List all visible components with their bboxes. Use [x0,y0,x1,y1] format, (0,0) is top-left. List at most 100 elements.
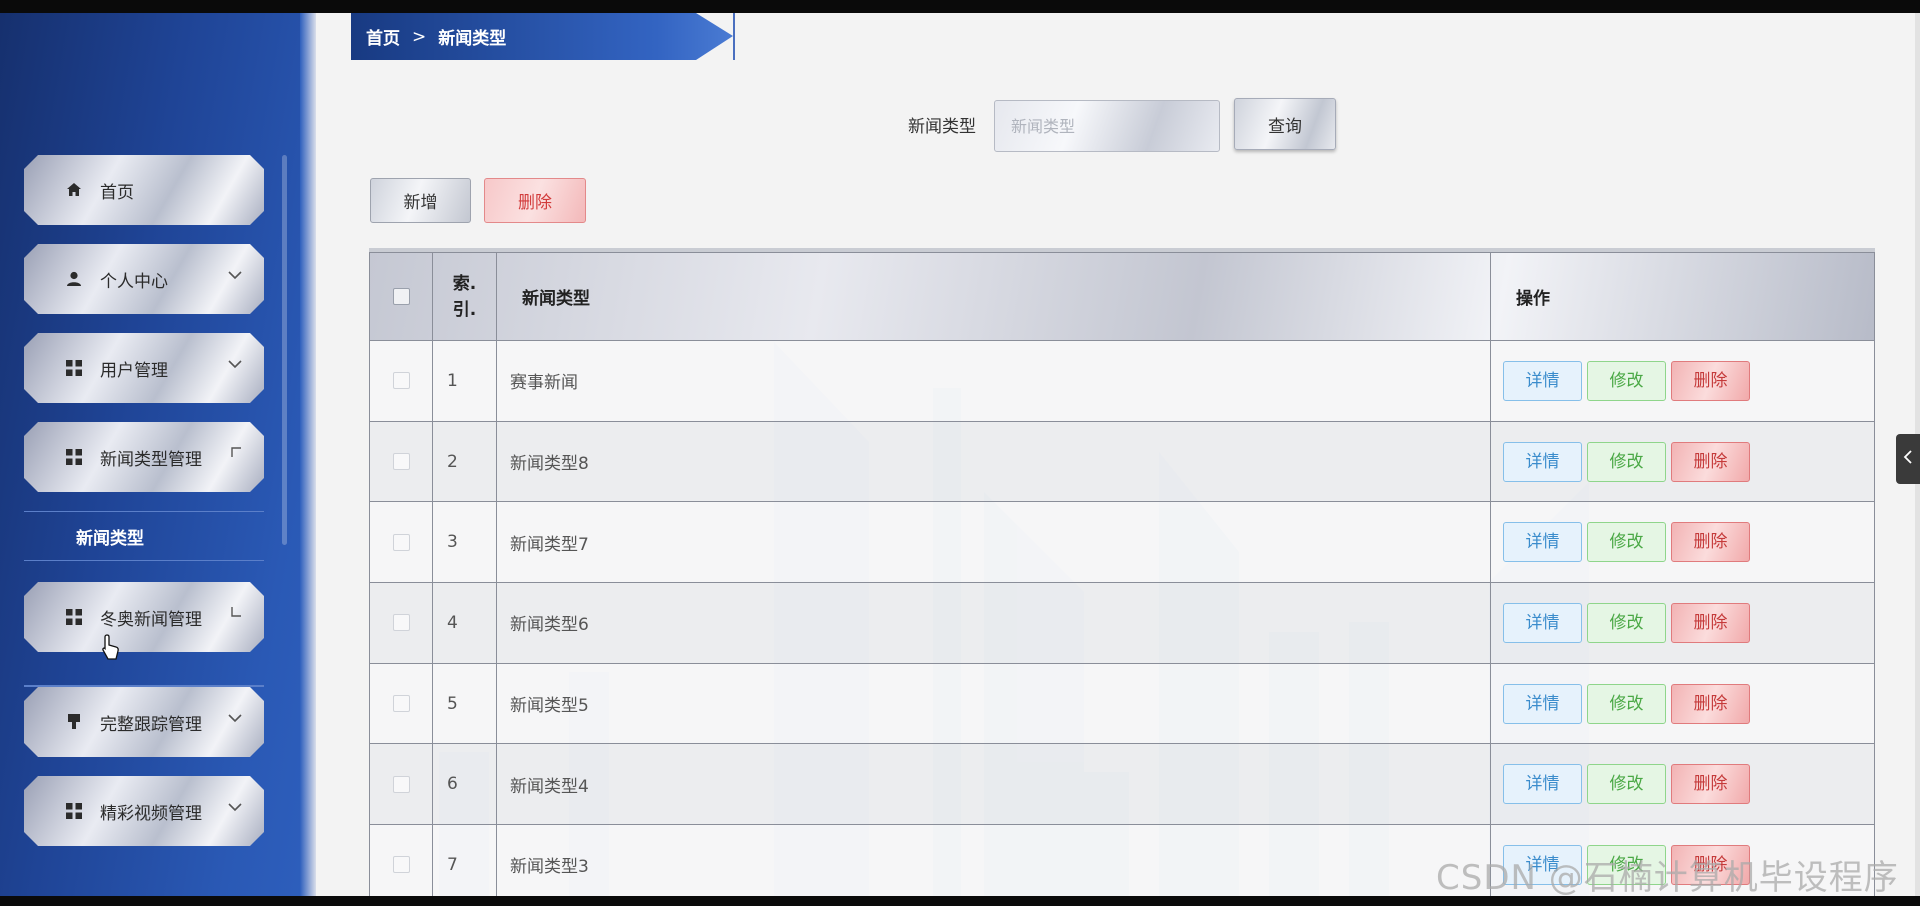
row-check-cell [369,662,433,745]
user-icon [64,269,84,289]
sidebar-item-video-management[interactable]: 精彩视频管理 [24,776,264,846]
row-check-cell [369,340,433,422]
edit-button[interactable]: 修改 [1587,764,1666,805]
row-checkbox[interactable] [392,856,410,874]
sidebar-item-label: 完整跟踪管理 [100,714,202,735]
sidebar: 首页 个人中心 用户管理 新闻类型管理 新闻类型 冬奥新闻管理 完整跟踪管理 精… [0,13,316,896]
row-type: 新闻类型8 [496,420,1491,503]
breadcrumb-current: 新闻类型 [438,29,507,49]
table-row: 6 新闻类型4 详情 修改 删除 [369,743,1875,826]
sidebar-item-tracking-management[interactable]: 完整跟踪管理 [24,687,264,757]
corner-icon [230,606,242,622]
row-index: 7 [432,824,497,896]
window-bottom-bar [0,896,1920,906]
sidebar-item-personal-center[interactable]: 个人中心 [24,244,264,314]
grid-icon [64,801,84,821]
edit-button[interactable]: 修改 [1587,683,1666,724]
delete-button[interactable]: 删除 [1671,360,1750,401]
row-actions: 详情 修改 删除 [1490,340,1875,422]
search-input[interactable] [994,100,1220,152]
detail-button[interactable]: 详情 [1503,441,1582,482]
sidebar-item-news-type-management[interactable]: 新闻类型管理 [24,422,264,492]
row-actions: 详情 修改 删除 [1490,501,1875,584]
table-row: 1 赛事新闻 详情 修改 删除 [369,340,1875,422]
row-index: 6 [432,743,497,826]
chevron-down-icon [228,357,242,373]
row-checkbox[interactable] [392,695,410,713]
row-checkbox[interactable] [392,372,410,390]
edit-button[interactable]: 修改 [1587,360,1666,401]
row-type: 赛事新闻 [496,340,1491,422]
sidebar-item-label: 个人中心 [100,271,168,292]
collapse-panel-button[interactable] [1896,434,1920,484]
search-button[interactable]: 查询 [1234,98,1336,150]
sidebar-item-olympic-news-management[interactable]: 冬奥新闻管理 [24,582,264,652]
chevron-down-icon [228,711,242,727]
menu-divider [24,685,264,687]
chevron-down-icon [228,800,242,816]
window-top-bar [0,0,1920,13]
edit-button[interactable]: 修改 [1587,602,1666,643]
sidebar-item-label: 用户管理 [100,360,168,381]
breadcrumb: 首页 > 新闻类型 [351,13,733,60]
data-table-container: 索. 引. 新闻类型 操作 1 赛事新闻 详情 修改 删除 2 新闻类型8 详情… [369,248,1875,896]
breadcrumb-home-link[interactable]: 首页 [366,24,400,49]
chevron-down-icon [228,268,242,284]
mouse-pointer-icon [100,633,122,663]
submenu-item-news-type[interactable]: 新闻类型 [24,511,264,561]
row-check-cell [369,743,433,826]
index-header-line-2: 引. [452,299,477,320]
delete-button[interactable]: 删除 [1671,764,1750,805]
row-check-cell [369,582,433,664]
detail-button[interactable]: 详情 [1503,360,1582,401]
watermark: CSDN @石楠计算机毕设程序 [1436,858,1899,898]
table-row: 5 新闻类型5 详情 修改 删除 [369,662,1875,745]
delete-button[interactable]: 删除 [1671,441,1750,482]
breadcrumb-divider [733,13,735,60]
select-all-checkbox[interactable] [392,288,410,305]
chevron-left-icon [1903,450,1913,468]
row-checkbox[interactable] [392,775,410,793]
search-label: 新闻类型 [908,117,976,137]
detail-button[interactable]: 详情 [1503,683,1582,724]
row-type: 新闻类型4 [496,743,1491,826]
row-checkbox[interactable] [392,453,410,471]
row-check-cell [369,824,433,896]
row-checkbox[interactable] [392,614,410,632]
edit-button[interactable]: 修改 [1587,522,1666,563]
index-column-header: 索. 引. [432,252,497,341]
row-index: 5 [432,662,497,745]
detail-button[interactable]: 详情 [1503,764,1582,805]
delete-button[interactable]: 删除 [1671,522,1750,563]
home-icon [64,180,84,200]
row-index: 2 [432,420,497,503]
row-index: 4 [432,582,497,664]
table-row: 3 新闻类型7 详情 修改 删除 [369,501,1875,584]
sidebar-item-user-management[interactable]: 用户管理 [24,333,264,403]
grid-icon [64,447,84,467]
edit-button[interactable]: 修改 [1587,441,1666,482]
delete-button[interactable]: 删除 [1671,683,1750,724]
batch-delete-button[interactable]: 删除 [484,178,586,223]
table-row: 2 新闻类型8 详情 修改 删除 [369,420,1875,503]
sidebar-scrollbar[interactable] [282,155,287,545]
type-column-header: 新闻类型 [496,252,1491,341]
row-index: 1 [432,340,497,422]
grid-icon [64,607,84,627]
detail-button[interactable]: 详情 [1503,602,1582,643]
add-button[interactable]: 新增 [370,178,471,223]
delete-button[interactable]: 删除 [1671,602,1750,643]
table-row: 4 新闻类型6 详情 修改 删除 [369,582,1875,664]
row-actions: 详情 修改 删除 [1490,743,1875,826]
sidebar-item-label: 首页 [100,182,134,203]
sidebar-item-home[interactable]: 首页 [24,155,264,225]
pin-icon [64,712,84,732]
detail-button[interactable]: 详情 [1503,522,1582,563]
row-checkbox[interactable] [392,533,410,551]
row-type: 新闻类型5 [496,662,1491,745]
sidebar-item-label: 新闻类型管理 [100,449,202,470]
row-type: 新闻类型3 [496,824,1491,896]
news-type-table: 索. 引. 新闻类型 操作 1 赛事新闻 详情 修改 删除 2 新闻类型8 详情… [369,252,1875,896]
row-check-cell [369,501,433,584]
row-index: 3 [432,501,497,584]
